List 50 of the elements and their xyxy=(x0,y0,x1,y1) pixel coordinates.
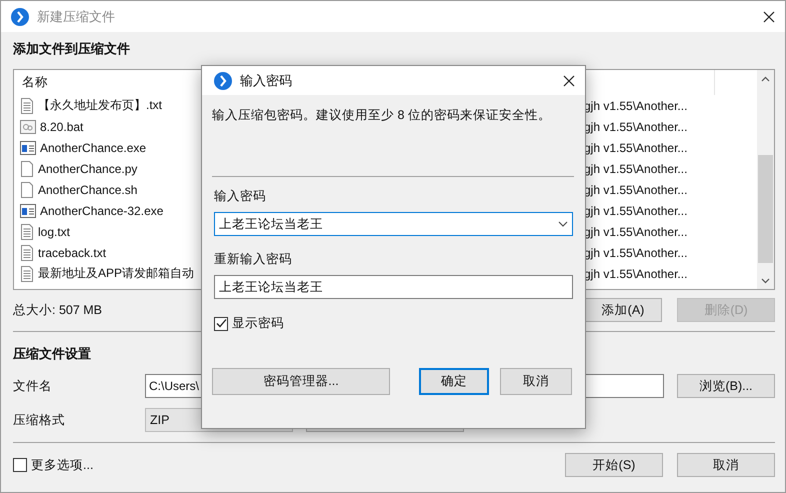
confirm-password-field[interactable]: 上老王论坛当老王 xyxy=(214,275,573,299)
browse-button[interactable]: 浏览(B)... xyxy=(677,374,775,398)
file-name[interactable]: traceback.txt xyxy=(38,246,106,260)
hint-text: 输入压缩包密码。建议使用至少 8 位的密码来保证安全性。 xyxy=(212,107,552,124)
field-label: 压缩格式 xyxy=(13,412,66,428)
text-file-icon xyxy=(20,244,34,260)
section-heading: 压缩文件设置 xyxy=(13,345,92,363)
blank-file-icon xyxy=(20,182,34,198)
file-name[interactable]: AnotherChance.py xyxy=(38,162,138,176)
checkbox[interactable] xyxy=(214,316,228,330)
ok-button[interactable]: 确定 xyxy=(419,368,489,395)
program-file-icon xyxy=(20,204,36,218)
scrollbar[interactable] xyxy=(757,70,774,289)
text-file-icon xyxy=(20,98,34,114)
close-icon[interactable] xyxy=(563,74,575,86)
add-button[interactable]: 添加(A) xyxy=(584,298,662,322)
app-logo-icon xyxy=(11,8,29,26)
file-name[interactable]: log.txt xyxy=(38,224,70,238)
chevron-down-icon[interactable] xyxy=(558,221,568,227)
password-field[interactable]: 上老王论坛当老王 xyxy=(214,212,573,236)
cancel-button[interactable]: 取消 xyxy=(500,368,572,395)
checkbox-label[interactable]: 更多选项... xyxy=(31,456,94,474)
scroll-thumb[interactable] xyxy=(758,155,773,263)
file-name[interactable]: AnotherChance.exe xyxy=(40,140,146,154)
text-file-icon xyxy=(20,266,34,282)
close-icon[interactable] xyxy=(763,10,775,22)
file-name[interactable]: AnotherChance.sh xyxy=(38,182,138,196)
password-manager-button[interactable]: 密码管理器... xyxy=(212,368,390,395)
file-name[interactable]: 8.20.bat xyxy=(40,120,84,134)
window-title: 新建压缩文件 xyxy=(37,8,116,26)
file-name[interactable]: AnotherChance-32.exe xyxy=(40,204,164,218)
scroll-down-icon[interactable] xyxy=(761,278,770,284)
section-heading: 添加文件到压缩文件 xyxy=(13,40,131,58)
text-file-icon xyxy=(20,224,34,240)
file-name[interactable]: 最新地址及APP请发邮箱自动 xyxy=(38,265,194,282)
cancel-button[interactable]: 取消 xyxy=(677,453,775,477)
checkbox[interactable] xyxy=(13,458,27,472)
file-name[interactable]: 【永久地址发布页】.txt xyxy=(38,97,162,114)
app-logo-icon xyxy=(214,72,232,90)
dialog-title: 输入密码 xyxy=(240,72,293,90)
field-label: 输入密码 xyxy=(213,188,267,205)
field-label: 文件名 xyxy=(13,378,53,394)
program-file-icon xyxy=(20,140,36,154)
checkbox-label[interactable]: 显示密码 xyxy=(232,315,284,332)
field-label: 重新输入密码 xyxy=(213,251,293,268)
start-button[interactable]: 开始(S) xyxy=(565,453,663,477)
gear-file-icon xyxy=(20,118,36,134)
total-size: 总大小: 507 MB xyxy=(13,302,104,318)
scroll-up-icon[interactable] xyxy=(761,76,770,82)
blank-file-icon xyxy=(20,160,34,176)
